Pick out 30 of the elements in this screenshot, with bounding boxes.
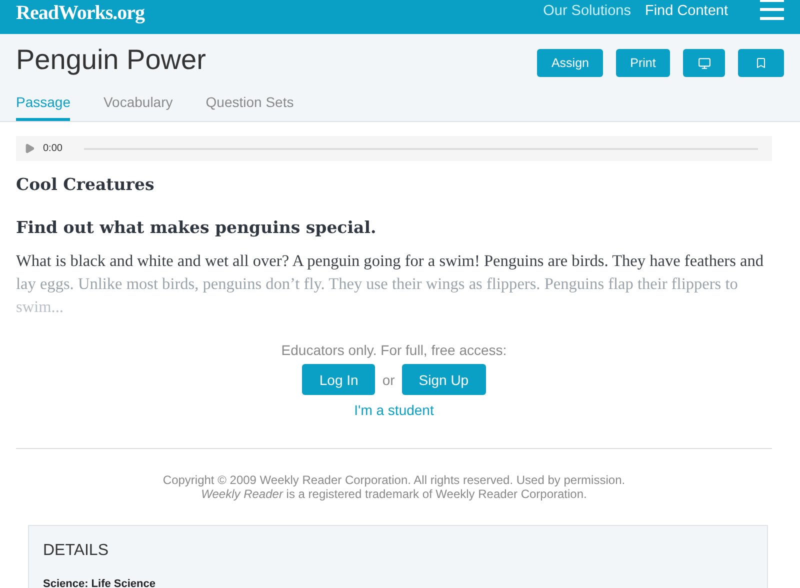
bookmark-button[interactable] — [738, 49, 784, 77]
student-link[interactable]: I'm a student — [354, 402, 434, 418]
login-button[interactable]: Log In — [302, 364, 376, 395]
tab[interactable]: Passage — [16, 94, 70, 121]
passage-text: swim... — [16, 296, 64, 318]
tab[interactable]: Question Sets — [206, 94, 294, 121]
passage-title: Cool Creatures — [16, 175, 156, 194]
play-icon[interactable] — [24, 143, 35, 154]
passage-text: What is black and white and wet all over? A penguin going for a swim! Penguins are birds. They have feathers and — [16, 250, 764, 272]
access-prompt: Educators only. For full, free access: — [281, 342, 507, 358]
passage-subtitle: Find out what makes penguins special. — [16, 218, 378, 237]
tab[interactable]: Vocabulary — [103, 94, 173, 121]
signup-button[interactable]: Sign Up — [402, 364, 486, 395]
audio-time: 0:00 — [43, 143, 62, 154]
subject-text: Science: Life Science — [43, 578, 156, 588]
or-text: or — [381, 372, 396, 388]
page-title: Penguin Power — [16, 44, 206, 76]
passage-text: lay eggs. Unlike most birds, penguins don’t fly. They use their wings as flippers. Penguins flap their flippers to — [16, 273, 738, 295]
logo[interactable]: ReadWorks.org — [16, 2, 144, 24]
action-button[interactable]: Assign — [537, 49, 603, 77]
nav-link[interactable]: Our Solutions — [543, 3, 631, 19]
monitor-icon — [698, 56, 710, 70]
menu-icon[interactable] — [760, 0, 784, 21]
bookmark-icon — [755, 57, 767, 69]
copyright-text: Weekly Reader is a registered trademark of Weekly Reader Corporation. — [201, 487, 587, 501]
nav-link[interactable]: Find Content — [644, 3, 728, 19]
copyright-text: Copyright © 2009 Weekly Reader Corporation. All rights reserved. Used by permission. — [162, 473, 626, 487]
action-button[interactable]: Print — [616, 49, 670, 77]
details-heading: DETAILS — [43, 542, 110, 560]
monitor-button[interactable] — [683, 49, 725, 77]
